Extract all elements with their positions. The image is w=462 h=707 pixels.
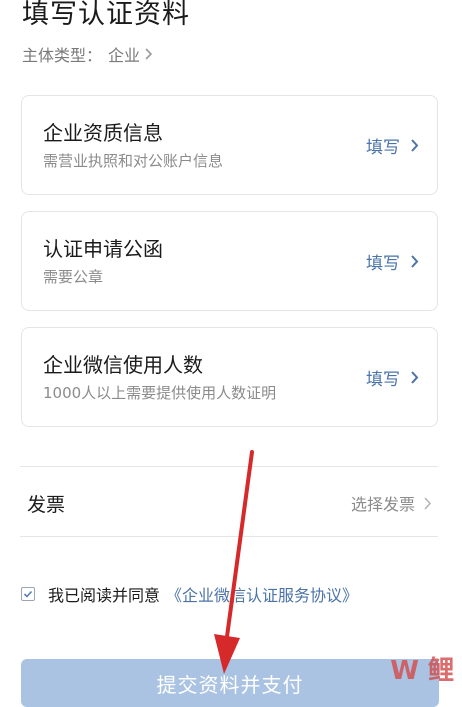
card-application-letter[interactable]: 认证申请公函 需要公章 填写: [21, 211, 438, 311]
page-title: 填写认证资料: [22, 0, 190, 30]
subject-type-value: 企业: [108, 46, 141, 65]
fill-button[interactable]: 填写: [366, 249, 419, 274]
watermark-logo: W 鲤: [390, 656, 454, 686]
card-user-count[interactable]: 企业微信使用人数 1000人以上需要提供使用人数证明 填写: [21, 327, 438, 427]
chevron-right-icon: [424, 496, 432, 510]
invoice-label: 发票: [27, 494, 66, 516]
fill-label: 填写: [366, 370, 400, 390]
checkbox-checked-icon: [23, 590, 33, 598]
chevron-right-icon: [411, 139, 419, 152]
card-qualification-info[interactable]: 企业资质信息 需营业执照和对公账户信息 填写: [21, 95, 438, 195]
card-description: 1000人以上需要提供使用人数证明: [43, 384, 277, 402]
card-title: 企业资质信息: [43, 121, 163, 145]
fill-button[interactable]: 填写: [366, 365, 419, 390]
chevron-right-icon: [411, 371, 419, 384]
subject-type-row[interactable]: 主体类型： 企业: [22, 42, 153, 66]
agreement-link[interactable]: 《企业微信认证服务协议》: [166, 582, 358, 606]
chevron-right-icon: [145, 48, 153, 60]
chevron-right-icon: [411, 255, 419, 268]
select-invoice-label: 选择发票: [350, 495, 415, 514]
fill-button[interactable]: 填写: [366, 133, 419, 158]
agreement-checkbox[interactable]: [21, 587, 35, 601]
subject-type-label: 主体类型：: [22, 46, 103, 65]
select-invoice-button[interactable]: 选择发票: [351, 491, 432, 515]
agreement-text: 我已阅读并同意: [48, 586, 161, 605]
annotation-arrow: [214, 450, 254, 674]
card-title: 企业微信使用人数: [43, 353, 203, 377]
card-description: 需要公章: [43, 268, 104, 286]
card-title: 认证申请公函: [43, 237, 163, 261]
fill-label: 填写: [366, 138, 400, 158]
agreement-row: 我已阅读并同意 《企业微信认证服务协议》: [21, 582, 358, 606]
fill-label: 填写: [366, 254, 400, 274]
card-description: 需营业执照和对公账户信息: [43, 152, 224, 170]
